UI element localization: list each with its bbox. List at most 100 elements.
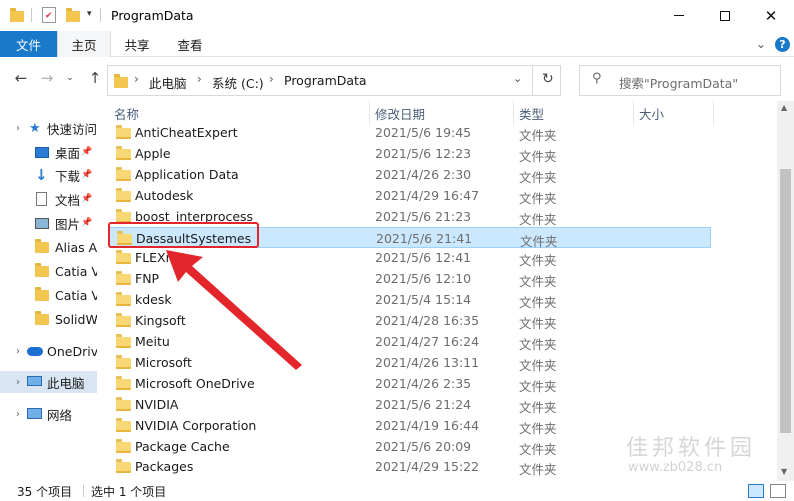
file-type: 文件夹: [519, 191, 557, 206]
vertical-scrollbar[interactable]: ▲ ▼: [777, 101, 794, 481]
close-button[interactable]: ✕: [748, 0, 794, 31]
watermark: 佳邦软件园: [626, 436, 757, 461]
file-date: 2021/5/6 21:24: [375, 397, 472, 412]
up-button[interactable]: ↑: [86, 69, 104, 87]
file-type: 文件夹: [519, 358, 557, 373]
file-name: Application Data: [135, 167, 239, 182]
expand-ribbon-icon[interactable]: ⌄: [753, 36, 769, 52]
table-row[interactable]: Apple 2021/5/6 12:23 文件夹: [109, 143, 711, 164]
properties-icon[interactable]: ✔: [42, 7, 56, 23]
file-date: 2021/4/28 16:35: [375, 313, 480, 328]
watermark-url: www.zb028.cn: [628, 460, 723, 475]
window-folder-icon: [10, 8, 24, 22]
file-date: 2021/5/6 21:41: [376, 231, 473, 246]
recent-locations-icon[interactable]: ⌄: [64, 69, 76, 87]
folder-icon: [116, 397, 131, 411]
table-row[interactable]: NVIDIA Corporation 2021/4/19 16:44 文件夹: [109, 415, 711, 436]
window-title: ProgramData: [111, 8, 194, 23]
table-row[interactable]: Packages 2021/4/29 15:22 文件夹: [109, 456, 711, 477]
nav-item-alias[interactable]: Alias A: [0, 236, 97, 258]
nav-item-solidworks[interactable]: SolidW: [0, 308, 97, 330]
table-row[interactable]: FNP 2021/5/6 12:10 文件夹: [109, 268, 711, 289]
file-type: 文件夹: [519, 170, 557, 185]
expand-arrow-icon: ›: [16, 376, 20, 388]
file-name: Microsoft: [135, 355, 192, 370]
file-name: kdesk: [135, 292, 172, 307]
tab-file[interactable]: 文件: [0, 31, 57, 57]
tab-view[interactable]: 查看: [163, 31, 217, 57]
table-row[interactable]: Package Cache 2021/5/6 20:09 文件夹: [109, 436, 711, 457]
nav-label-this-pc: 此电脑: [47, 375, 85, 391]
network-icon: [27, 408, 42, 419]
back-button[interactable]: ←: [12, 69, 30, 87]
folder-icon: [116, 188, 131, 202]
expand-arrow-icon: ›: [16, 408, 20, 420]
address-dropdown-icon[interactable]: ⌄: [513, 72, 522, 85]
breadcrumb-separator: ›: [269, 72, 274, 86]
table-row[interactable]: Microsoft OneDrive 2021/4/26 2:35 文件夹: [109, 373, 711, 394]
star-icon: ★: [29, 120, 41, 136]
nav-item-onedrive[interactable]: › OneDriv: [0, 340, 97, 362]
nav-item-quick-access[interactable]: › ★ 快速访问: [0, 117, 97, 139]
help-icon[interactable]: ?: [775, 37, 790, 52]
table-row[interactable]: kdesk 2021/5/4 15:14 文件夹: [109, 289, 711, 310]
computer-icon: [27, 376, 42, 386]
breadcrumb-c-drive[interactable]: 系统 (C:): [212, 73, 264, 92]
folder-icon: [116, 459, 131, 473]
scrollbar-thumb[interactable]: [780, 169, 791, 433]
file-date: 2021/5/6 12:41: [375, 250, 472, 265]
sort-indicator-icon: ^: [235, 101, 244, 108]
details-view-icon[interactable]: [748, 484, 764, 498]
annotation-highlight-box: [108, 222, 259, 248]
scroll-down-icon[interactable]: ▼: [781, 467, 787, 476]
refresh-icon[interactable]: ↻: [542, 71, 554, 87]
nav-item-network[interactable]: › 网络: [0, 403, 97, 425]
folder-icon: [35, 311, 49, 325]
file-type: 文件夹: [519, 462, 557, 477]
table-row[interactable]: Application Data 2021/4/26 2:30 文件夹: [109, 164, 711, 185]
folder-icon: [116, 146, 131, 160]
forward-button[interactable]: →: [38, 69, 56, 87]
file-date: 2021/4/27 16:24: [375, 334, 480, 349]
expand-arrow-icon: ›: [16, 345, 20, 357]
tab-share[interactable]: 共享: [111, 31, 163, 57]
nav-item-documents[interactable]: 文档 📌: [0, 188, 97, 210]
search-icon: ⚲: [592, 71, 602, 86]
maximize-button[interactable]: [702, 0, 748, 31]
nav-item-catia-2[interactable]: Catia V: [0, 284, 97, 306]
minimize-button[interactable]: [656, 0, 702, 31]
table-row[interactable]: Kingsoft 2021/4/28 16:35 文件夹: [109, 310, 711, 331]
scroll-up-icon[interactable]: ▲: [781, 103, 787, 112]
nav-item-pictures[interactable]: 图片 📌: [0, 212, 97, 234]
folder-icon: [116, 376, 131, 390]
file-type: 文件夹: [519, 274, 557, 289]
large-icons-view-icon[interactable]: [770, 484, 786, 498]
nav-item-catia-1[interactable]: Catia V: [0, 260, 97, 282]
table-row[interactable]: NVIDIA 2021/5/6 21:24 文件夹: [109, 394, 711, 415]
table-row[interactable]: Meitu 2021/4/27 16:24 文件夹: [109, 331, 711, 352]
address-bar[interactable]: › 此电脑 › 系统 (C:) › ProgramData ⌄ ↻: [107, 65, 561, 96]
table-row[interactable]: Autodesk 2021/4/29 16:47 文件夹: [109, 185, 711, 206]
nav-item-this-pc[interactable]: › 此电脑: [0, 371, 97, 393]
nav-label-quick-access: 快速访问: [47, 121, 97, 137]
nav-item-desktop[interactable]: 桌面 📌: [0, 141, 97, 163]
search-placeholder: 搜索"ProgramData": [619, 76, 739, 91]
nav-label-network: 网络: [47, 407, 73, 423]
file-type: 文件夹: [519, 128, 557, 143]
customize-quick-access-icon[interactable]: ▾: [87, 9, 92, 19]
tab-home[interactable]: 主页: [57, 31, 111, 57]
address-row: ← → ⌄ ↑ › 此电脑 › 系统 (C:) › ProgramData ⌄ …: [0, 57, 794, 101]
breadcrumb-programdata[interactable]: ProgramData: [284, 73, 367, 88]
table-row[interactable]: FLEXnet 2021/5/6 12:41 文件夹: [109, 247, 711, 268]
file-date: 2021/4/29 16:47: [375, 188, 480, 203]
search-box[interactable]: ⚲ 搜索"ProgramData": [579, 65, 781, 96]
folder-icon: [116, 439, 131, 453]
nav-item-downloads[interactable]: ↓ 下载 📌: [0, 164, 97, 186]
table-row[interactable]: AntiCheatExpert 2021/5/6 19:45 文件夹: [109, 122, 711, 143]
new-folder-icon[interactable]: [66, 8, 80, 22]
breadcrumb-this-pc[interactable]: 此电脑: [149, 73, 187, 92]
status-bar: 35 个项目 选中 1 个项目: [0, 481, 794, 501]
table-row[interactable]: Microsoft 2021/4/26 13:11 文件夹: [109, 352, 711, 373]
pin-icon: 📌: [81, 147, 93, 157]
nav-label-documents: 文档: [55, 192, 81, 208]
